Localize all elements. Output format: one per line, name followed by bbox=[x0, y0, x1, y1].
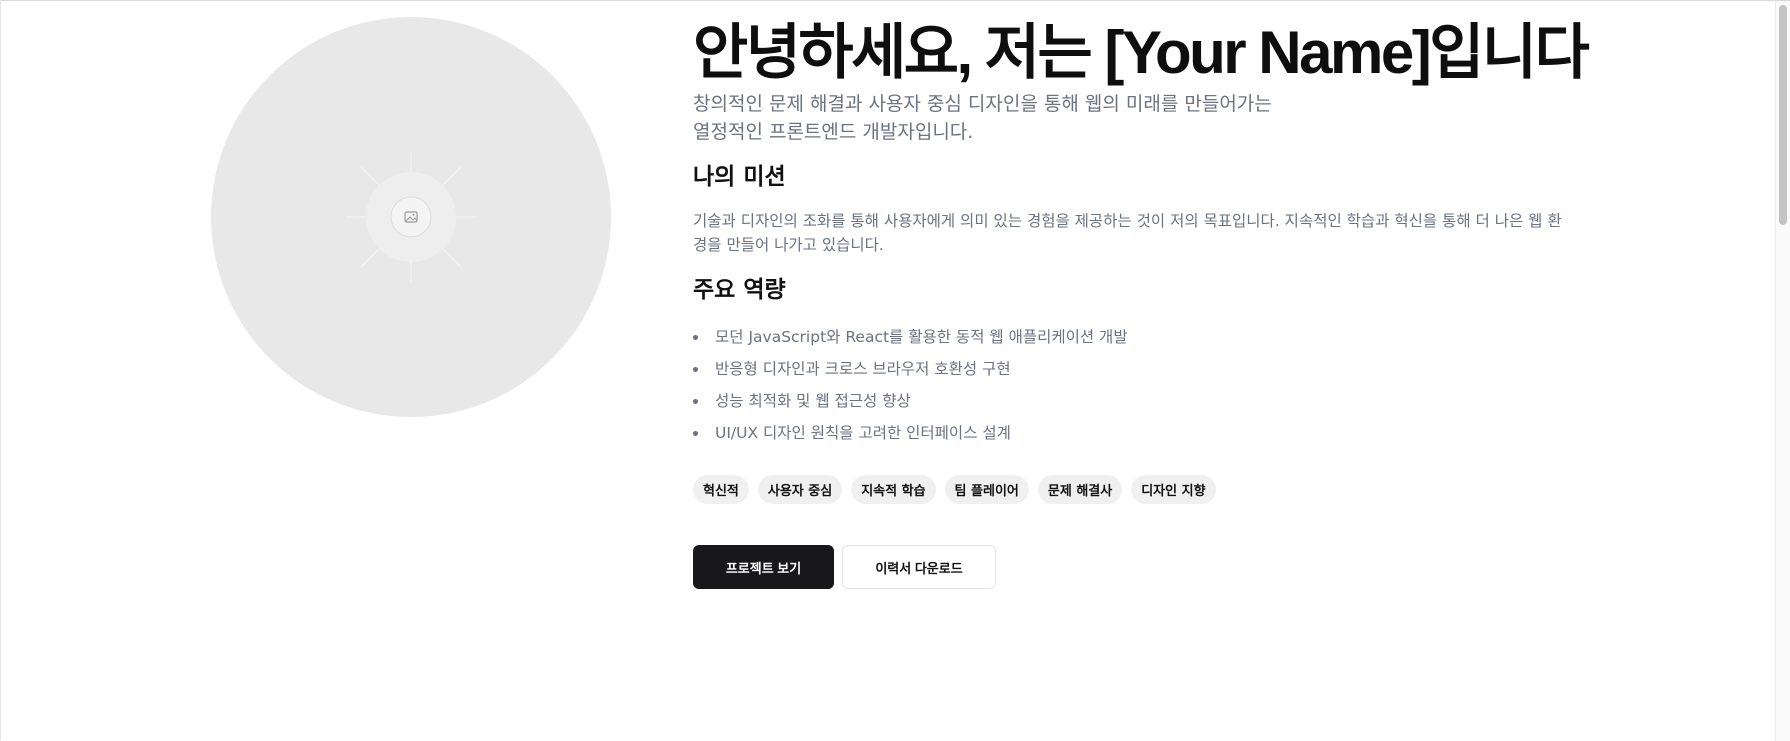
skills-list: 모던 JavaScript와 React를 활용한 동적 웹 애플리케이션 개발… bbox=[693, 321, 1128, 449]
list-item: UI/UX 디자인 원칙을 고려한 인터페이스 설계 bbox=[693, 417, 1128, 449]
vertical-scrollbar[interactable] bbox=[1775, 1, 1790, 741]
list-item: 모던 JavaScript와 React를 활용한 동적 웹 애플리케이션 개발 bbox=[693, 321, 1128, 353]
download-resume-button[interactable]: 이력서 다운로드 bbox=[842, 545, 996, 589]
trait-tags: 혁신적 사용자 중심 지속적 학습 팀 플레이어 문제 해결사 디자인 지향 bbox=[693, 475, 1216, 504]
view-projects-button[interactable]: 프로젝트 보기 bbox=[693, 545, 834, 589]
tag-badge: 사용자 중심 bbox=[757, 475, 843, 504]
mission-text: 기술과 디자인의 조화를 통해 사용자에게 의미 있는 경험을 제공하는 것이 … bbox=[693, 212, 1562, 254]
tag-badge: 혁신적 bbox=[693, 475, 749, 504]
image-placeholder-icon bbox=[346, 152, 476, 282]
action-buttons: 프로젝트 보기 이력서 다운로드 bbox=[693, 545, 996, 589]
tag-badge: 디자인 지향 bbox=[1131, 475, 1216, 504]
list-item: 성능 최적화 및 웹 접근성 향상 bbox=[693, 385, 1128, 417]
tag-badge: 문제 해결사 bbox=[1037, 475, 1123, 504]
hero-subtitle: 창의적인 문제 해결과 사용자 중심 디자인을 통해 웹의 미래를 만들어가는 … bbox=[693, 93, 1272, 143]
page-title: 안녕하세요, 저는 [Your Name]입니다 bbox=[693, 19, 1590, 86]
tag-badge: 팀 플레이어 bbox=[944, 475, 1029, 504]
skills-heading: 주요 역량 bbox=[693, 277, 786, 303]
profile-image-placeholder bbox=[211, 17, 611, 417]
scrollbar-thumb[interactable] bbox=[1779, 5, 1787, 225]
page: 안녕하세요, 저는 [Your Name]입니다 창의적인 문제 해결과 사용자… bbox=[0, 0, 1790, 741]
mission-heading: 나의 미션 bbox=[693, 164, 786, 190]
list-item: 반응형 디자인과 크로스 브라우저 호환성 구현 bbox=[693, 353, 1128, 385]
tag-badge: 지속적 학습 bbox=[851, 475, 936, 504]
